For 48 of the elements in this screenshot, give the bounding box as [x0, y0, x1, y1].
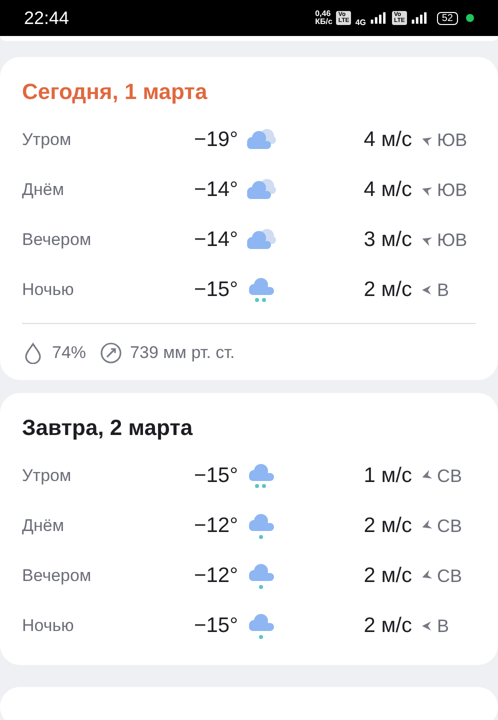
clock: 22:44 — [24, 8, 70, 28]
wind-direction: СВ — [437, 566, 464, 586]
day-title: Завтра, 2 марта — [22, 415, 194, 441]
temperature: −12° — [192, 564, 238, 588]
wind-direction: ЮВ — [437, 180, 468, 200]
wind-speed: 4 м/с — [362, 178, 412, 202]
temperature: −14° — [192, 178, 238, 202]
wind-arrow-icon — [420, 620, 432, 632]
status-dot — [466, 14, 474, 22]
signal-icon — [370, 12, 388, 24]
temperature: −12° — [192, 514, 238, 538]
period-label: Утром — [22, 130, 72, 150]
wind-speed: 4 м/с — [362, 128, 412, 152]
period-label: Вечером — [22, 230, 92, 250]
wind-speed: 1 м/с — [362, 464, 412, 488]
temperature: −15° — [192, 614, 238, 638]
network-type: 4G — [355, 18, 366, 27]
gauge-icon — [100, 342, 122, 364]
period-label: Днём — [22, 516, 66, 536]
wind-direction: В — [437, 616, 450, 636]
speed-unit: КБ/с — [315, 18, 332, 26]
wind-direction: В — [437, 280, 450, 300]
wind-speed: 2 м/с — [362, 514, 412, 538]
day-title: Сегодня, 1 марта — [22, 79, 208, 105]
drop-icon — [22, 342, 44, 364]
temperature: −15° — [192, 464, 238, 488]
wind-arrow-icon — [420, 284, 432, 296]
wind-direction: СВ — [437, 466, 464, 486]
pressure: 739 мм рт. ст. — [130, 343, 235, 363]
wind-speed: 2 м/с — [362, 564, 412, 588]
wind-direction: ЮВ — [437, 130, 468, 150]
battery-level: 52 — [436, 12, 458, 24]
wind-speed: 2 м/с — [362, 614, 412, 638]
period-label: Ночью — [22, 280, 75, 300]
temperature: −14° — [192, 228, 238, 252]
humidity: 74% — [52, 343, 86, 363]
wind-direction: ЮВ — [437, 230, 468, 250]
period-label: Ночью — [22, 616, 75, 636]
wind-direction: СВ — [437, 516, 464, 536]
period-label: Днём — [22, 180, 66, 200]
period-label: Вечером — [22, 566, 92, 586]
wind-speed: 3 м/с — [362, 228, 412, 252]
signal-icon — [410, 12, 429, 24]
speed-value: 0,46 — [315, 10, 332, 18]
temperature: −15° — [192, 278, 238, 302]
temperature: −19° — [192, 128, 238, 152]
wind-speed: 2 м/с — [362, 278, 412, 302]
period-label: Утром — [22, 466, 72, 486]
